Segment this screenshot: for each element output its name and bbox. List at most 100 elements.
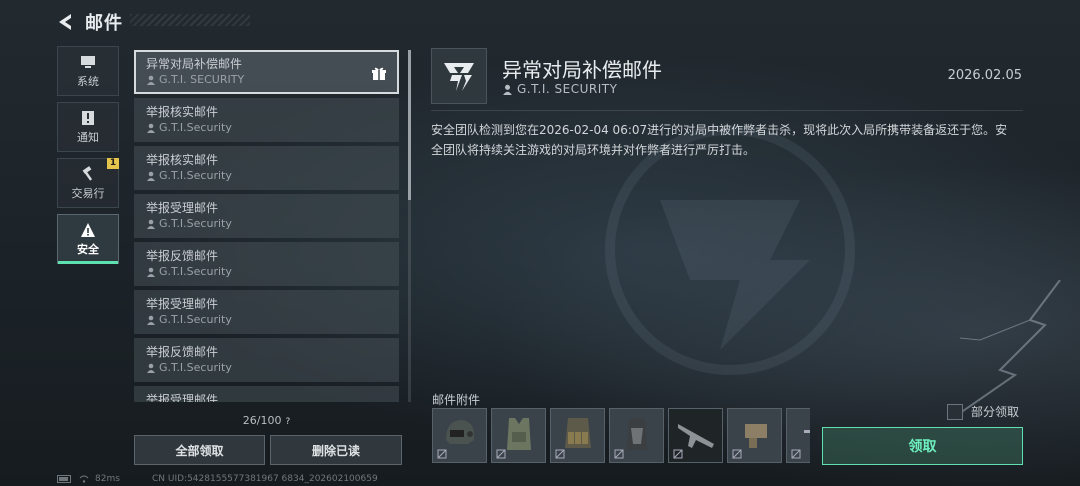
attachments-list (432, 408, 810, 466)
back-arrow-icon[interactable] (55, 11, 77, 33)
mail-sender: G.T.I.Security (146, 264, 387, 280)
mail-sender: G.T.I.Security (146, 312, 387, 328)
attachment-item[interactable] (727, 408, 782, 463)
mail-sender: G.T.I.Security (146, 120, 387, 136)
person-icon (147, 171, 155, 181)
no-share-icon (555, 449, 565, 459)
gift-icon (372, 67, 386, 80)
page-title: 邮件 (85, 13, 123, 34)
list-item[interactable]: 举报受理邮件 (134, 386, 399, 402)
gti-logo-icon (444, 63, 474, 91)
warning-icon (81, 222, 95, 237)
mail-detail-sender-name: G.T.I. SECURITY (517, 82, 618, 96)
list-item[interactable]: 异常对局补偿邮件 G.T.I. SECURITY (134, 50, 399, 94)
mail-detail-sender: G.T.I. SECURITY (502, 82, 617, 96)
header-hatch-decoration (130, 14, 250, 26)
attachment-item[interactable] (432, 408, 487, 463)
list-item[interactable]: 举报受理邮件 G.T.I.Security (134, 194, 399, 238)
attachment-item[interactable] (491, 408, 546, 463)
mail-sender-name: G.T.I.Security (159, 265, 232, 278)
sidebar: 系统 通知 1 交易行 安全 (57, 46, 119, 270)
person-icon (147, 267, 155, 277)
sender-logo (431, 48, 487, 104)
mail-sender-name: G.T.I.Security (159, 361, 232, 374)
help-icon[interactable]: ? (285, 417, 290, 427)
wifi-icon (79, 475, 89, 483)
list-item[interactable]: 举报核实邮件 G.T.I.Security (134, 98, 399, 142)
scroll-thumb[interactable] (408, 50, 411, 200)
sidebar-item-trade[interactable]: 1 交易行 (57, 158, 119, 208)
mail-sender-name: G.T.I.Security (159, 169, 232, 182)
mail-sender: G.T.I. SECURITY (146, 72, 387, 88)
mail-detail-date: 2026.02.05 (947, 68, 1022, 83)
item-partial-icon (804, 430, 810, 433)
mail-sender: G.T.I.Security (146, 360, 387, 376)
user-uid: CN UID:5428155577381967 6834_20260210065… (152, 474, 378, 484)
claim-button[interactable]: 领取 (822, 427, 1023, 465)
mail-subject: 异常对局补偿邮件 (146, 57, 243, 71)
partial-claim-toggle[interactable]: 部分领取 (947, 403, 1019, 420)
lightning-decoration (949, 280, 1061, 420)
mail-sender-name: G.T.I.Security (159, 217, 232, 230)
mail-detail-body: 安全团队检测到您在2026-02-04 06:07进行的对局中被作弊者击杀，现将… (431, 123, 1008, 157)
sidebar-item-notice[interactable]: 通知 (57, 102, 119, 152)
sidebar-item-security[interactable]: 安全 (57, 214, 119, 264)
divider (431, 110, 1023, 111)
person-icon (147, 219, 155, 229)
attachment-item[interactable] (786, 408, 810, 463)
claim-all-button[interactable]: 全部领取 (134, 435, 265, 465)
mail-list-scrollbar[interactable] (408, 50, 411, 402)
person-icon (147, 363, 155, 373)
no-share-icon (496, 449, 506, 459)
notice-icon (82, 110, 94, 125)
mail-sender-name: G.T.I. SECURITY (159, 73, 245, 86)
chest-rig-icon (565, 418, 591, 448)
attachment-item[interactable] (609, 408, 664, 463)
mail-detail-title: 异常对局补偿邮件 (502, 58, 662, 82)
helmet-icon (446, 420, 475, 444)
sidebar-item-label: 系统 (77, 74, 99, 88)
mail-sender: G.T.I.Security (146, 168, 387, 184)
sidebar-item-label: 交易行 (71, 186, 105, 200)
no-share-icon (673, 449, 683, 459)
sidebar-item-label: 通知 (77, 130, 99, 144)
list-item[interactable]: 举报核实邮件 G.T.I.Security (134, 146, 399, 190)
person-icon (147, 315, 155, 325)
mail-subject: 举报核实邮件 (146, 153, 219, 167)
mail-subject: 举报受理邮件 (146, 393, 219, 402)
mail-count: 26/100? (134, 414, 399, 427)
list-item[interactable]: 举报受理邮件 G.T.I.Security (134, 290, 399, 334)
no-share-icon (732, 449, 742, 459)
armor-vest-icon (507, 418, 531, 450)
attachment-item[interactable] (550, 408, 605, 463)
person-icon (503, 84, 512, 95)
attachments-label: 邮件附件 (432, 393, 481, 407)
sidebar-item-label: 安全 (77, 242, 99, 256)
header: 邮件 (55, 8, 123, 36)
partial-claim-label: 部分领取 (971, 405, 1020, 419)
no-share-icon (437, 449, 447, 459)
no-share-icon (791, 449, 801, 459)
mail-sender-name: G.T.I.Security (159, 313, 232, 326)
notification-badge: 1 (107, 158, 119, 169)
person-icon (147, 123, 155, 133)
list-item[interactable]: 举报反馈邮件 G.T.I.Security (134, 338, 399, 382)
hammer-icon (82, 165, 93, 181)
ping-value: 82ms (95, 474, 120, 484)
gear-part-icon (745, 424, 767, 448)
mail-subject: 举报核实邮件 (146, 105, 219, 119)
delete-read-button[interactable]: 删除已读 (270, 435, 402, 465)
partial-claim-checkbox[interactable] (947, 403, 963, 420)
mail-subject: 举报受理邮件 (146, 201, 219, 215)
attachment-item[interactable] (668, 408, 723, 463)
mail-subject: 举报反馈邮件 (146, 345, 219, 359)
sidebar-item-system[interactable]: 系统 (57, 46, 119, 96)
rifle-icon (678, 424, 714, 448)
person-icon (147, 75, 155, 85)
list-item[interactable]: 举报反馈邮件 G.T.I.Security (134, 242, 399, 286)
no-share-icon (614, 449, 624, 459)
battery-icon (57, 475, 71, 483)
mail-count-value: 26/100 (242, 414, 282, 427)
mail-subject: 举报反馈邮件 (146, 249, 219, 263)
status-bar: 82ms (57, 474, 120, 484)
